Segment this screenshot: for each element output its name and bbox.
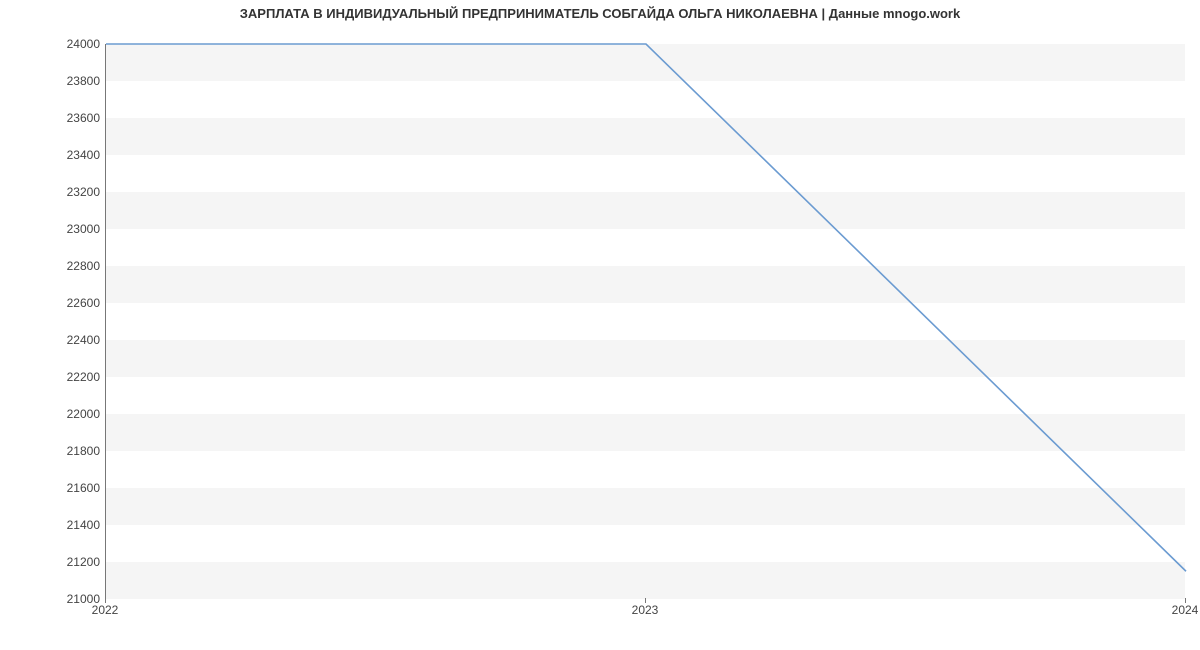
- y-tick-label: 23000: [5, 222, 100, 236]
- x-tick-label: 2022: [92, 603, 119, 617]
- chart-title: ЗАРПЛАТА В ИНДИВИДУАЛЬНЫЙ ПРЕДПРИНИМАТЕЛ…: [0, 6, 1200, 21]
- y-tick-label: 23800: [5, 74, 100, 88]
- y-tick-label: 22600: [5, 296, 100, 310]
- y-tick-label: 23200: [5, 185, 100, 199]
- y-tick-label: 21800: [5, 444, 100, 458]
- chart-container: ЗАРПЛАТА В ИНДИВИДУАЛЬНЫЙ ПРЕДПРИНИМАТЕЛ…: [0, 0, 1200, 650]
- x-tick-label: 2023: [632, 603, 659, 617]
- y-tick-label: 23600: [5, 111, 100, 125]
- y-tick-label: 22800: [5, 259, 100, 273]
- x-tick-label: 2024: [1172, 603, 1199, 617]
- y-tick-label: 22000: [5, 407, 100, 421]
- x-tick-mark: [105, 598, 106, 603]
- y-tick-label: 22200: [5, 370, 100, 384]
- y-tick-label: 21200: [5, 555, 100, 569]
- data-line: [106, 44, 1186, 571]
- y-tick-label: 21600: [5, 481, 100, 495]
- x-tick-mark: [1185, 598, 1186, 603]
- y-tick-label: 22400: [5, 333, 100, 347]
- y-tick-label: 21400: [5, 518, 100, 532]
- x-tick-mark: [645, 598, 646, 603]
- y-tick-label: 24000: [5, 37, 100, 51]
- y-tick-label: 21000: [5, 592, 100, 606]
- plot-area: [105, 44, 1185, 599]
- line-layer: [106, 44, 1185, 598]
- y-tick-label: 23400: [5, 148, 100, 162]
